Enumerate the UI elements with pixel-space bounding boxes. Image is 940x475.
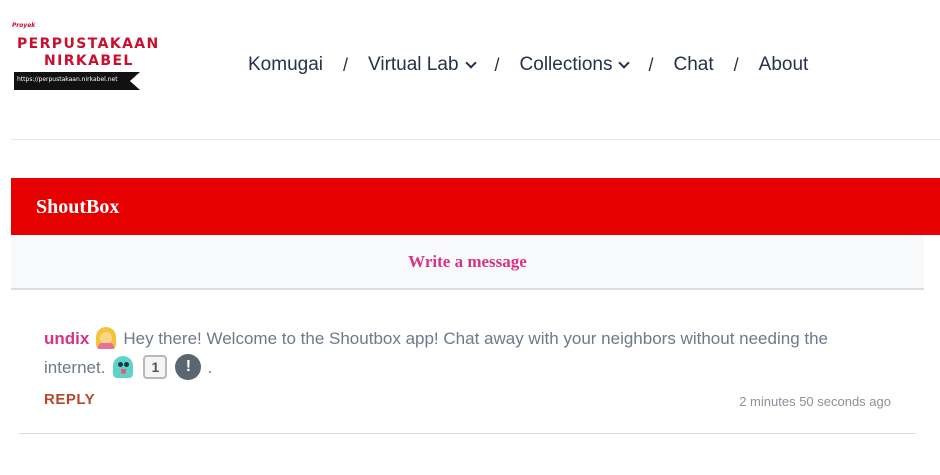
shoutbox-title: ShoutBox bbox=[36, 196, 120, 218]
logo-title-line1: PERPUSTAKAAN bbox=[17, 36, 160, 52]
nav-item-label: About bbox=[758, 54, 809, 75]
main-nav: Komugai / Virtual Lab / Collections / Ch… bbox=[248, 52, 808, 78]
header-divider bbox=[11, 139, 940, 140]
nav-separator: / bbox=[494, 54, 500, 75]
logo-prefix: Proyek bbox=[12, 22, 36, 29]
nav-item-komugai[interactable]: Komugai bbox=[248, 54, 323, 76]
site-logo[interactable]: Proyek PERPUSTAKAAN NIRKABEL https://per… bbox=[12, 20, 162, 92]
nav-item-about[interactable]: About bbox=[759, 54, 809, 76]
nav-item-chat[interactable]: Chat bbox=[673, 54, 713, 76]
nav-item-collections[interactable]: Collections bbox=[519, 54, 631, 76]
message-end: . bbox=[207, 358, 213, 377]
message-timestamp: 2 minutes 50 seconds ago bbox=[739, 394, 891, 409]
shout-message: undix Hey there! Welcome to the Shoutbox … bbox=[44, 324, 874, 382]
nav-separator: / bbox=[733, 54, 739, 75]
write-message-label: Write a message bbox=[408, 251, 527, 271]
logo-title-line2: NIRKABEL bbox=[44, 53, 134, 69]
nav-item-label: Chat bbox=[673, 54, 714, 75]
woman-tipping-hand-icon bbox=[95, 326, 117, 349]
chevron-down-icon bbox=[618, 56, 631, 69]
write-message-button[interactable]: Write a message bbox=[11, 235, 924, 290]
logo-url: https://perpustakaan.nirkabel.net bbox=[17, 76, 118, 83]
keycap-one-icon: 1 bbox=[143, 354, 168, 379]
nav-item-label: Komugai bbox=[248, 54, 323, 75]
nav-separator: / bbox=[648, 54, 654, 75]
shoutbox-header: ShoutBox bbox=[11, 178, 940, 235]
reply-button[interactable]: REPLY bbox=[44, 391, 95, 408]
message-divider bbox=[19, 433, 916, 434]
message-username[interactable]: undix bbox=[44, 329, 89, 348]
nav-item-label: Collections bbox=[519, 54, 613, 75]
nav-separator: / bbox=[343, 54, 349, 75]
exclamation-icon: ! bbox=[175, 353, 202, 380]
nav-item-virtual-lab[interactable]: Virtual Lab bbox=[368, 54, 477, 76]
chevron-down-icon bbox=[464, 56, 477, 69]
nav-item-label: Virtual Lab bbox=[368, 54, 459, 75]
logo-ribbon: https://perpustakaan.nirkabel.net bbox=[14, 72, 140, 90]
ghost-icon bbox=[111, 354, 135, 380]
